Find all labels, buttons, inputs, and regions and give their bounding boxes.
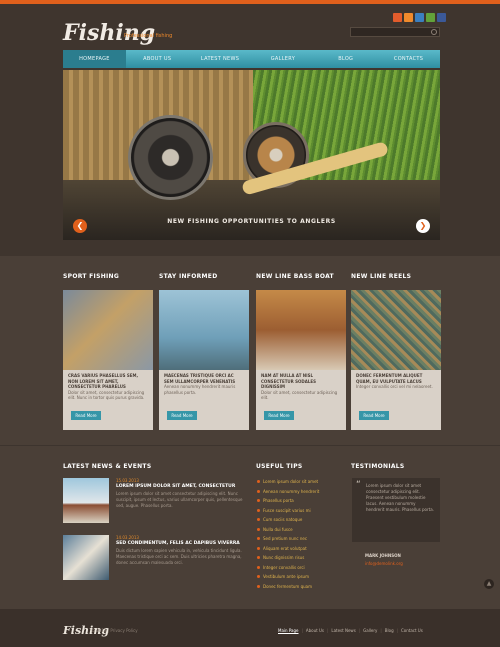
feature-title-bass-boat: NEW LINE BASS BOAT <box>256 273 334 280</box>
hero-slider: NEW FISHING OPPORTUNITIES TO ANGLERS ❮ ❯ <box>63 70 440 240</box>
section-divider <box>0 445 500 446</box>
feature-body: Integer convallis orci vel mi nelaoreet. <box>356 384 433 389</box>
testimonial-author: MARK JOHNSON <box>365 553 401 558</box>
quote-icon: “ <box>356 480 361 490</box>
news-title[interactable]: LOREM IPSUM DOLOR SIT AMET, CONSECTETUR <box>116 484 235 489</box>
tip-link[interactable]: Aliquam erat volutpat <box>256 544 341 554</box>
testimonial-box: “ Lorem ipsum dolor sit amet consectetur… <box>352 478 440 542</box>
read-more-button[interactable]: Read More <box>71 411 101 420</box>
feature-body: Dolor sit amet, consectetur adipiscing e… <box>261 389 338 401</box>
news-item: 14.03.2013 SED CONDIMENTUM, FELIS AC DAP… <box>63 535 243 580</box>
main-nav: HOMEPAGE ABOUT US LATEST NEWS GALLERY BL… <box>63 50 440 68</box>
news-title[interactable]: SED CONDIMENTUM, FELIS AC DAPIBUS VIVERR… <box>116 541 240 546</box>
read-more-button[interactable]: Read More <box>359 411 389 420</box>
news-item: 15.03.2013 LOREM IPSUM DOLOR SIT AMET, C… <box>63 478 243 523</box>
tip-link[interactable]: Integer convallis orci <box>256 563 341 573</box>
feature-card: CRAS VARIUS PHASELLUS SEM, NON LOREM SIT… <box>63 290 153 430</box>
tip-link[interactable]: Cum sociis natoque <box>256 515 341 525</box>
footer-separator: | <box>326 628 329 633</box>
feature-title-stay-informed: STAY INFORMED <box>159 273 218 280</box>
read-more-button[interactable]: Read More <box>264 411 294 420</box>
feature-text: DONEC FERMENTUM ALIQUET QUAM, EU VULPUTA… <box>351 370 441 393</box>
footer-link-contact-us[interactable]: Contact Us <box>401 628 423 633</box>
footer-link-about-us[interactable]: About Us <box>306 628 324 633</box>
slide-caption: NEW FISHING OPPORTUNITIES TO ANGLERS <box>167 218 336 225</box>
feature-text: NAM AT NULLA AT NISL CONSECTETUR SODALES… <box>256 370 346 404</box>
testimonials-section-title: TESTIMONIALS <box>351 463 405 470</box>
feature-card: MAECENAS TRISTIQUE ORCI AC SEM ULLAMCORP… <box>159 290 249 430</box>
fishing-reel-large <box>128 115 213 200</box>
feature-image-nets <box>351 290 441 370</box>
footer-separator: | <box>396 628 398 633</box>
news-body: Lorem ipsum dolor sit amet consectetur a… <box>116 491 243 508</box>
nav-item-homepage[interactable]: HOMEPAGE <box>63 50 126 68</box>
slider-prev-arrow-icon[interactable]: ❮ <box>73 219 87 233</box>
feature-text: CRAS VARIUS PHASELLUS SEM, NON LOREM SIT… <box>63 370 153 404</box>
footer: Fishing © 2013 | Privacy Policy Main Pag… <box>0 609 500 647</box>
feature-lead: DONEC FERMENTUM ALIQUET QUAM, EU VULPUTA… <box>356 373 423 384</box>
read-more-button[interactable]: Read More <box>167 411 197 420</box>
tip-link[interactable]: Nulla dui fusce <box>256 525 341 535</box>
news-image-boat[interactable] <box>63 478 109 523</box>
tip-link[interactable]: Phasellus porta <box>256 496 341 506</box>
scroll-to-top-icon[interactable]: ▲ <box>484 579 494 589</box>
nav-item-contacts[interactable]: CONTACTS <box>377 50 440 68</box>
news-date: 14.03.2013 <box>116 535 139 540</box>
tip-link[interactable]: Sed pretium nunc nec <box>256 534 341 544</box>
news-body: Duis dictum lorem sapien vehicula in, ve… <box>116 548 242 565</box>
nav-item-latest-news[interactable]: LATEST NEWS <box>189 50 252 68</box>
footer-copyright: © 2013 | Privacy Policy <box>91 628 138 633</box>
feature-body: Aenean nonummy hendrerit mauris phasellu… <box>164 384 236 395</box>
testimonial-quote: Lorem ipsum dolor sit amet consectetur a… <box>366 483 434 512</box>
footer-separator: | <box>358 628 361 633</box>
dribbble-icon[interactable] <box>393 13 402 22</box>
tip-link[interactable]: Lorem ipsum dolor sit amet <box>256 477 341 487</box>
feature-text: MAECENAS TRISTIQUE ORCI AC SEM ULLAMCORP… <box>159 370 249 398</box>
feature-lead: CRAS VARIUS PHASELLUS SEM, NON LOREM SIT… <box>68 373 138 389</box>
feature-lead: NAM AT NULLA AT NISL CONSECTETUR SODALES… <box>261 373 317 389</box>
slider-next-arrow-icon[interactable]: ❯ <box>416 219 430 233</box>
social-links <box>393 13 446 22</box>
feature-lead: MAECENAS TRISTIQUE ORCI AC SEM ULLAMCORP… <box>164 373 236 384</box>
news-image-fisherman[interactable] <box>63 535 109 580</box>
search-icon[interactable] <box>431 29 437 35</box>
tip-link[interactable]: Donec fermentum quam <box>256 582 341 592</box>
plus-icon[interactable] <box>426 13 435 22</box>
search-input[interactable] <box>350 27 440 37</box>
tip-link[interactable]: Nunc dignissim risus <box>256 553 341 563</box>
nav-item-about-us[interactable]: ABOUT US <box>126 50 189 68</box>
news-section-title: LATEST NEWS & EVENTS <box>63 463 152 470</box>
news-date: 15.03.2013 <box>116 478 139 483</box>
tip-link[interactable]: Vestibulum ante ipsum <box>256 572 341 582</box>
feature-image-angler <box>159 290 249 370</box>
tips-list: Lorem ipsum dolor sit amet Aenean nonumm… <box>256 477 341 591</box>
footer-separator: | <box>301 628 303 633</box>
footer-link-blog[interactable]: Blog <box>385 628 394 633</box>
nav-item-blog[interactable]: BLOG <box>314 50 377 68</box>
feature-image-lure <box>63 290 153 370</box>
tip-link[interactable]: Aenean nonummy hendrerit <box>256 487 341 497</box>
footer-link-gallery[interactable]: Gallery <box>363 628 377 633</box>
feature-title-line-reels: NEW LINE REELS <box>351 273 412 280</box>
header: Fishing Professional fishing HOMEPAGE AB… <box>0 4 500 256</box>
feature-title-sport-fishing: SPORT FISHING <box>63 273 120 280</box>
testimonial-link[interactable]: info@demolink.org <box>365 561 403 566</box>
rss-icon[interactable] <box>404 13 413 22</box>
footer-link-main-page[interactable]: Main Page <box>278 628 299 633</box>
tip-link[interactable]: Fusce suscipit varius mi <box>256 506 341 516</box>
facebook-icon[interactable] <box>437 13 446 22</box>
tips-section-title: USEFUL TIPS <box>256 463 303 470</box>
footer-link-latest-news[interactable]: Latest News <box>331 628 355 633</box>
site-tagline: Professional fishing <box>124 33 173 39</box>
delicious-icon[interactable] <box>415 13 424 22</box>
feature-body: Dolor sit amet, consectetur adipiscing e… <box>68 389 145 401</box>
feature-card: NAM AT NULLA AT NISL CONSECTETUR SODALES… <box>256 290 346 430</box>
nav-item-gallery[interactable]: GALLERY <box>251 50 314 68</box>
footer-nav: Main Page | About Us | Latest News | Gal… <box>278 628 423 633</box>
feature-card: DONEC FERMENTUM ALIQUET QUAM, EU VULPUTA… <box>351 290 441 430</box>
footer-separator: | <box>380 628 382 633</box>
feature-image-boats <box>256 290 346 370</box>
